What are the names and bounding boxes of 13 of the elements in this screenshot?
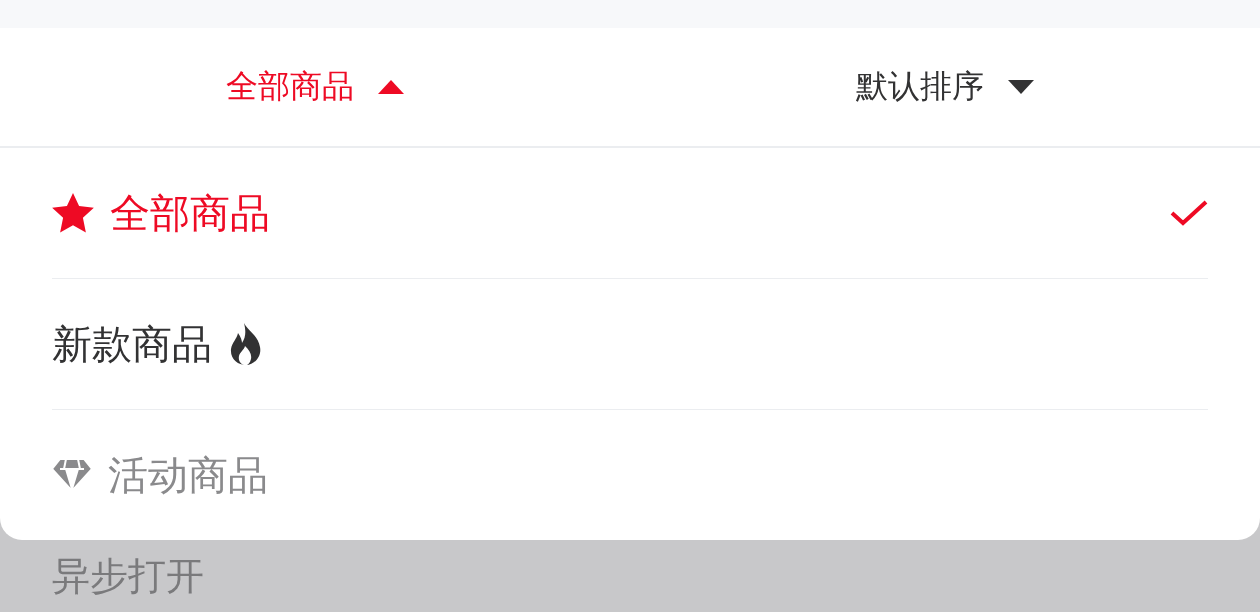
diamond-icon: [52, 459, 92, 491]
option-label: 新款商品: [52, 319, 212, 369]
check-icon: [1170, 200, 1208, 226]
async-open-label: 异步打开: [52, 552, 204, 600]
option-label: 活动商品: [108, 450, 268, 500]
dropdown-option[interactable]: 全部商品: [52, 185, 1170, 241]
caret-up-icon: [378, 80, 404, 94]
caret-down-icon: [1008, 80, 1034, 94]
menu-title[interactable]: 全部商品: [226, 65, 404, 109]
menu-title[interactable]: 默认排序: [856, 65, 1034, 109]
star-icon: [52, 193, 94, 233]
dropdown-option[interactable]: 新款商品: [52, 316, 1208, 372]
option-label: 全部商品: [110, 188, 270, 238]
